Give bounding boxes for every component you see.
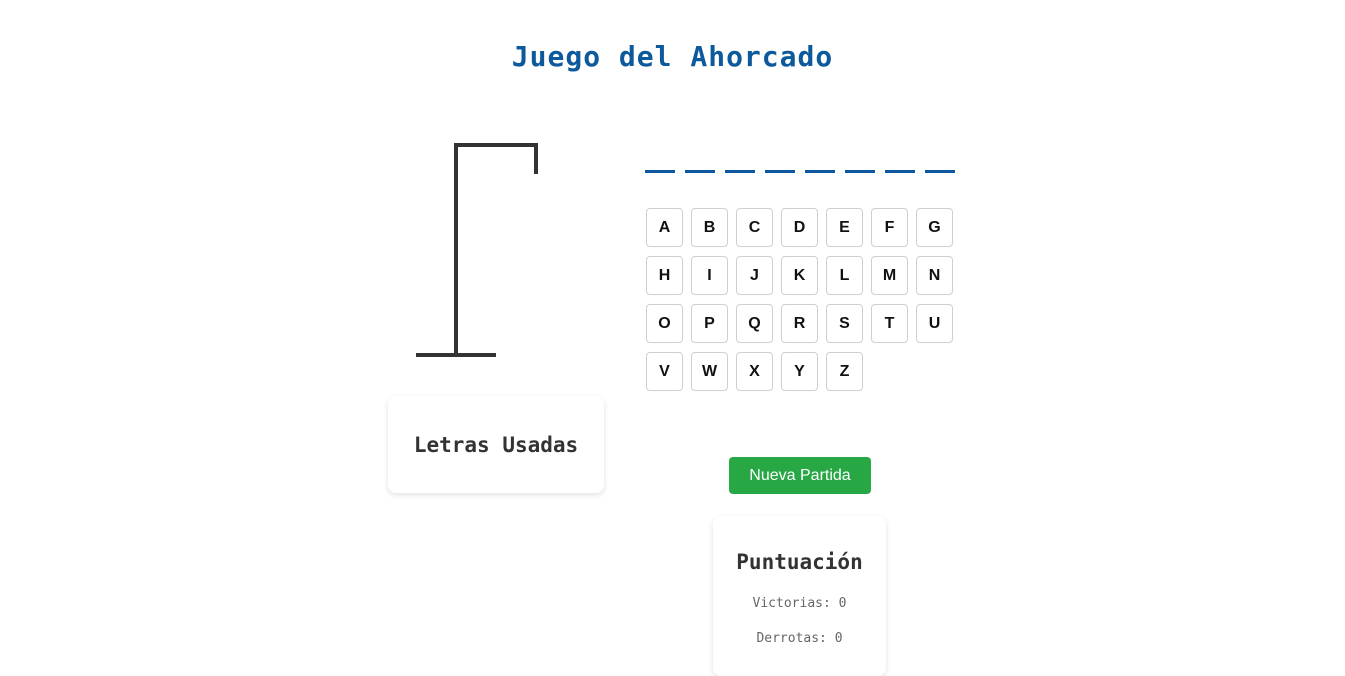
word-letter-slot [645,150,675,173]
letter-key-f[interactable]: F [871,208,908,247]
letter-key-o[interactable]: O [646,304,683,343]
letter-key-z[interactable]: Z [826,352,863,391]
word-letter-slot [765,150,795,173]
word-letter-slot [845,150,875,173]
new-game-button[interactable]: Nueva Partida [729,457,871,494]
score-title: Puntuación [736,550,863,574]
letter-keyboard: ABCDEFG HIJKLMN OPQRSTU VWXYZ [646,208,966,391]
letter-key-a[interactable]: A [646,208,683,247]
letter-key-t[interactable]: T [871,304,908,343]
used-letters-panel: Letras Usadas [388,396,604,493]
losses-line: Derrotas: 0 [713,631,886,646]
letter-key-x[interactable]: X [736,352,773,391]
word-display [645,150,955,173]
wins-value: 0 [838,596,847,611]
letter-key-w[interactable]: W [691,352,728,391]
letter-key-i[interactable]: I [691,256,728,295]
letter-key-n[interactable]: N [916,256,953,295]
page-title: Juego del Ahorcado [511,40,834,73]
word-letter-slot [925,150,955,173]
letter-key-d[interactable]: D [781,208,818,247]
wins-label: Victorias: [752,596,831,611]
letter-key-r[interactable]: R [781,304,818,343]
word-letter-slot [805,150,835,173]
letter-key-h[interactable]: H [646,256,683,295]
used-letters-title: Letras Usadas [413,432,579,457]
losses-label: Derrotas: [756,631,827,646]
letter-key-e[interactable]: E [826,208,863,247]
word-letter-slot [685,150,715,173]
gallows-drawing [416,143,538,357]
letter-key-c[interactable]: C [736,208,773,247]
letter-key-l[interactable]: L [826,256,863,295]
letter-key-m[interactable]: M [871,256,908,295]
letter-key-b[interactable]: B [691,208,728,247]
letter-key-v[interactable]: V [646,352,683,391]
letter-key-u[interactable]: U [916,304,953,343]
letter-key-p[interactable]: P [691,304,728,343]
letter-key-k[interactable]: K [781,256,818,295]
letter-key-j[interactable]: J [736,256,773,295]
word-letter-slot [885,150,915,173]
score-panel: Puntuación Victorias: 0 Derrotas: 0 [713,516,886,676]
losses-value: 0 [834,631,843,646]
letter-key-q[interactable]: Q [736,304,773,343]
letter-key-s[interactable]: S [826,304,863,343]
wins-line: Victorias: 0 [713,596,886,611]
letter-key-g[interactable]: G [916,208,953,247]
word-letter-slot [725,150,755,173]
letter-key-y[interactable]: Y [781,352,818,391]
